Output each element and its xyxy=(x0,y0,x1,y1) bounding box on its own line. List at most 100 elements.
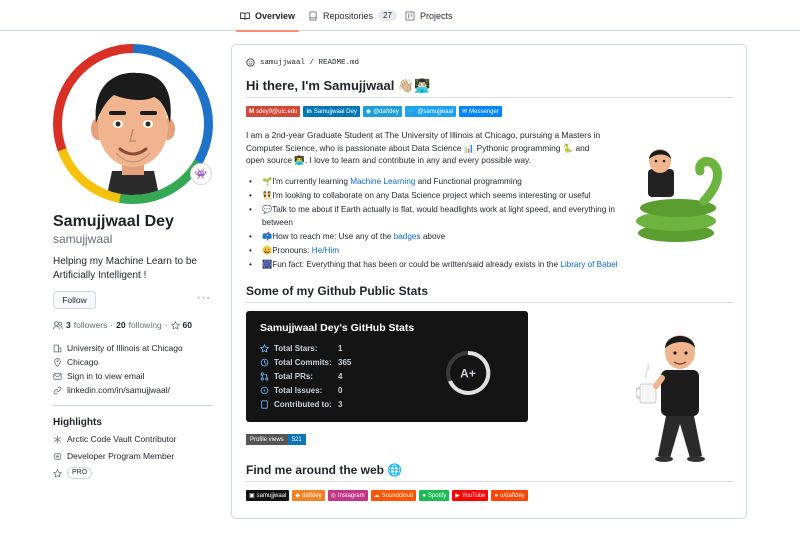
library-of-babel-link[interactable]: Library of Babel xyxy=(560,260,617,269)
intro-paragraph: I am a 2nd-year Graduate Student at The … xyxy=(246,130,601,165)
profile-bio: Helping my Machine Learn to be Artificia… xyxy=(53,256,197,281)
twitter-icon: 🐦 xyxy=(407,109,416,115)
pronouns-link[interactable]: He/Him xyxy=(312,246,339,255)
list-item-text: 😄Pronouns: xyxy=(262,245,312,255)
tab-overview[interactable]: Overview xyxy=(235,0,300,32)
badge-social-label: samujjwaal xyxy=(256,492,287,499)
stat-row: Contributed to: 3 xyxy=(260,400,342,409)
stats-heading: Some of my Github Public Stats xyxy=(246,284,429,298)
soundcloud-icon: ☁ xyxy=(373,493,380,499)
avatar[interactable] xyxy=(53,44,213,204)
profile-nav: Overview Repositories 27 Projects xyxy=(0,0,800,32)
linkedin-icon: in xyxy=(306,108,312,115)
list-item-text: 📫How to reach me: Use any of the xyxy=(262,231,394,241)
machine-learning-link[interactable]: Machine Learning xyxy=(350,177,415,186)
badge-social-reddit[interactable]: ● u/daftdey xyxy=(491,490,528,501)
python-snake-illustration xyxy=(636,149,723,242)
terminal-icon: ▣ xyxy=(249,493,255,499)
badge-website[interactable]: ◉ @daftdey xyxy=(362,106,402,117)
profile-login: samujjwaal xyxy=(53,232,113,246)
snowflake-icon xyxy=(53,435,62,443)
grade-text: A+ xyxy=(460,367,476,381)
following-count[interactable]: 20 xyxy=(116,320,125,330)
tab-repositories-label: Repositories xyxy=(323,10,374,21)
location-text: Chicago xyxy=(67,357,99,367)
stat-row: Total PRs: 4 xyxy=(260,372,342,381)
stars-count[interactable]: 60 xyxy=(183,320,192,330)
tab-projects[interactable]: Projects xyxy=(405,0,453,31)
stats-rule xyxy=(246,302,734,303)
stat-row: Total Stars: 1 xyxy=(260,344,342,353)
issue-icon xyxy=(260,386,269,395)
badges-link[interactable]: badges xyxy=(394,232,421,241)
badge-linkedin[interactable]: in Samujjwaal Dey xyxy=(303,106,360,117)
sidebar-divider xyxy=(53,405,213,406)
badge-website-label: @daftdey xyxy=(373,108,399,115)
stat-value: 365 xyxy=(338,358,352,367)
stat-value: 4 xyxy=(338,372,343,381)
more-options-button[interactable]: ··· xyxy=(197,292,211,304)
readme-path: samujjwaal / README.md xyxy=(246,58,359,67)
badge-email[interactable]: Msdey9@uic.edu xyxy=(246,106,301,117)
spotify-icon: ● xyxy=(422,492,426,499)
badge-twitter-label: @samujjwaal xyxy=(417,108,454,115)
find-me-heading: Find me around the web 🌐 xyxy=(246,463,403,477)
list-item-text: 🌱I'm currently learning xyxy=(262,177,351,186)
list-item: 😄Pronouns: He/Him xyxy=(246,245,626,258)
history-icon xyxy=(260,358,269,367)
globe-icon: ◉ xyxy=(365,109,372,115)
repo-icon xyxy=(309,11,317,20)
detail-website[interactable]: linkedin.com/in/samujjwaal/ xyxy=(53,385,170,395)
badge-social-label: Spotify xyxy=(427,492,447,499)
coffee-avatar-illustration xyxy=(636,335,705,462)
tab-repositories[interactable]: Repositories 27 xyxy=(308,0,397,31)
followers-count[interactable]: 3 xyxy=(66,320,71,330)
avatar-image xyxy=(62,53,204,195)
badge-social-label: Soundcloud xyxy=(381,492,414,499)
gmail-icon: M xyxy=(249,108,254,115)
highlight-arctic[interactable]: Arctic Code Vault Contributor xyxy=(53,434,176,444)
list-item: 🌱I'm currently learning Machine Learning… xyxy=(246,176,626,189)
badge-email-label: sdey9@uic.edu xyxy=(256,108,298,115)
people-icon xyxy=(53,320,63,329)
detail-email[interactable]: Sign in to view email xyxy=(53,371,144,381)
badge-social-youtube[interactable]: ▶ YouTube xyxy=(452,490,489,501)
badge-social-soundcloud[interactable]: ☁ Soundcloud xyxy=(370,490,417,501)
badge-social-spotify[interactable]: ● Spotify xyxy=(419,490,450,501)
repositories-counter: 27 xyxy=(378,10,397,21)
organization-text: University of Illinois at Chicago xyxy=(67,343,183,353)
pro-badge: PRO xyxy=(67,467,93,479)
followers-label[interactable]: followers xyxy=(74,320,108,330)
list-item-text: above xyxy=(420,231,446,241)
repo-icon xyxy=(261,400,268,409)
list-item: 📫How to reach me: Use any of the badges … xyxy=(246,231,626,244)
github-stats-card[interactable]: Samujjwaal Dey's GitHub Stats Total Star… xyxy=(246,311,528,422)
follow-button[interactable]: Follow xyxy=(53,291,96,309)
detail-organization: University of Illinois at Chicago xyxy=(53,343,183,353)
stackoverflow-icon: ◆ xyxy=(295,493,300,499)
badge-social-label: u/daftdey xyxy=(500,492,525,499)
badge-social-label: YouTube xyxy=(461,492,486,499)
smiley-icon xyxy=(246,58,255,67)
highlight-developer[interactable]: Developer Program Member xyxy=(53,451,174,461)
badge-social-stackoverflow[interactable]: ◆ daftdey xyxy=(292,490,325,501)
readme-heading: Hi there, I'm Samujjwaal 👋🏼👨🏻‍💻 xyxy=(246,78,431,93)
badge-messenger[interactable]: ✉ Messenger xyxy=(459,106,502,117)
stat-label: Total Stars: xyxy=(274,344,318,353)
badge-social-github[interactable]: ▣ samujjwaal xyxy=(246,490,290,501)
heading-rule xyxy=(246,97,734,98)
dot-separator: · xyxy=(110,320,114,330)
readme-path-text[interactable]: samujjwaal / README.md xyxy=(260,59,359,67)
detail-location: Chicago xyxy=(53,357,98,367)
badge-twitter[interactable]: 🐦 @samujjwaal xyxy=(404,106,457,117)
book-icon xyxy=(240,11,250,20)
email-text[interactable]: Sign in to view email xyxy=(67,371,144,381)
badge-social-label: daftdey xyxy=(301,492,322,499)
badge-social-instagram[interactable]: ◎ Instagram xyxy=(327,490,368,501)
list-item-text: 👯I'm looking to collaborate on any Data … xyxy=(262,191,591,200)
status-emoji[interactable]: 👾 xyxy=(190,163,212,185)
website-link[interactable]: linkedin.com/in/samujjwaal/ xyxy=(67,385,170,395)
following-label[interactable]: following xyxy=(129,320,162,330)
stat-label: Contributed to: xyxy=(274,400,332,409)
star-icon xyxy=(170,320,180,330)
